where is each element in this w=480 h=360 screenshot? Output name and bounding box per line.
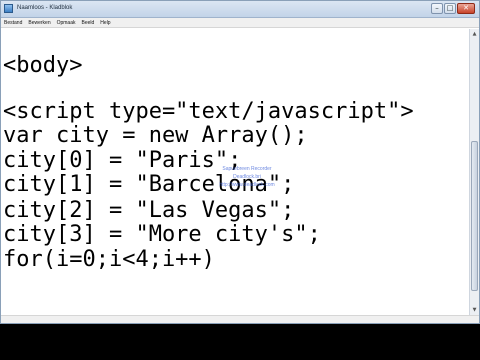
- window-title: Naamloos - Kladblok: [17, 5, 73, 11]
- menu-view[interactable]: Beeld: [82, 18, 95, 27]
- title-bar[interactable]: Naamloos - Kladblok – □ ✕: [1, 1, 479, 18]
- minimize-button[interactable]: –: [431, 3, 443, 14]
- window-controls: – □ ✕: [431, 3, 475, 14]
- menu-file[interactable]: Bestand: [4, 18, 22, 27]
- scroll-down-arrow-icon[interactable]: ▼: [471, 306, 478, 314]
- notepad-icon: [4, 4, 13, 13]
- recorder-watermark: Sapuebreen Recorder Deadlock.bri http://…: [207, 165, 287, 189]
- status-bar: [1, 315, 479, 323]
- watermark-url: http://www.deadlock.com: [219, 182, 275, 188]
- close-button[interactable]: ✕: [457, 3, 475, 14]
- code-line: <body>: [3, 53, 83, 78]
- menu-edit[interactable]: Bewerken: [28, 18, 50, 27]
- maximize-button[interactable]: □: [444, 3, 456, 14]
- code-line: city[3] = "More city's";: [3, 222, 321, 247]
- menu-help[interactable]: Help: [100, 18, 110, 27]
- code-line: for(i=0;i<4;i++): [3, 247, 215, 272]
- code-line: var city = new Array();: [3, 123, 308, 148]
- vertical-scrollbar[interactable]: ▲ ▼: [469, 29, 479, 315]
- code-line: city[2] = "Las Vegas";: [3, 198, 295, 223]
- scroll-up-arrow-icon[interactable]: ▲: [471, 30, 478, 38]
- scrollbar-thumb[interactable]: [471, 141, 478, 291]
- code-line: <script type="text/javascript">: [3, 99, 414, 124]
- menu-format[interactable]: Opmaak: [57, 18, 76, 27]
- menu-bar: Bestand Bewerken Opmaak Beeld Help: [1, 18, 479, 28]
- watermark-line: Deadlock.bri: [233, 174, 261, 180]
- notepad-window: Naamloos - Kladblok – □ ✕ Bestand Bewerk…: [0, 0, 480, 324]
- code-line: city[0] = "Paris";: [3, 148, 242, 173]
- watermark-title: Sapuebreen Recorder: [222, 166, 272, 172]
